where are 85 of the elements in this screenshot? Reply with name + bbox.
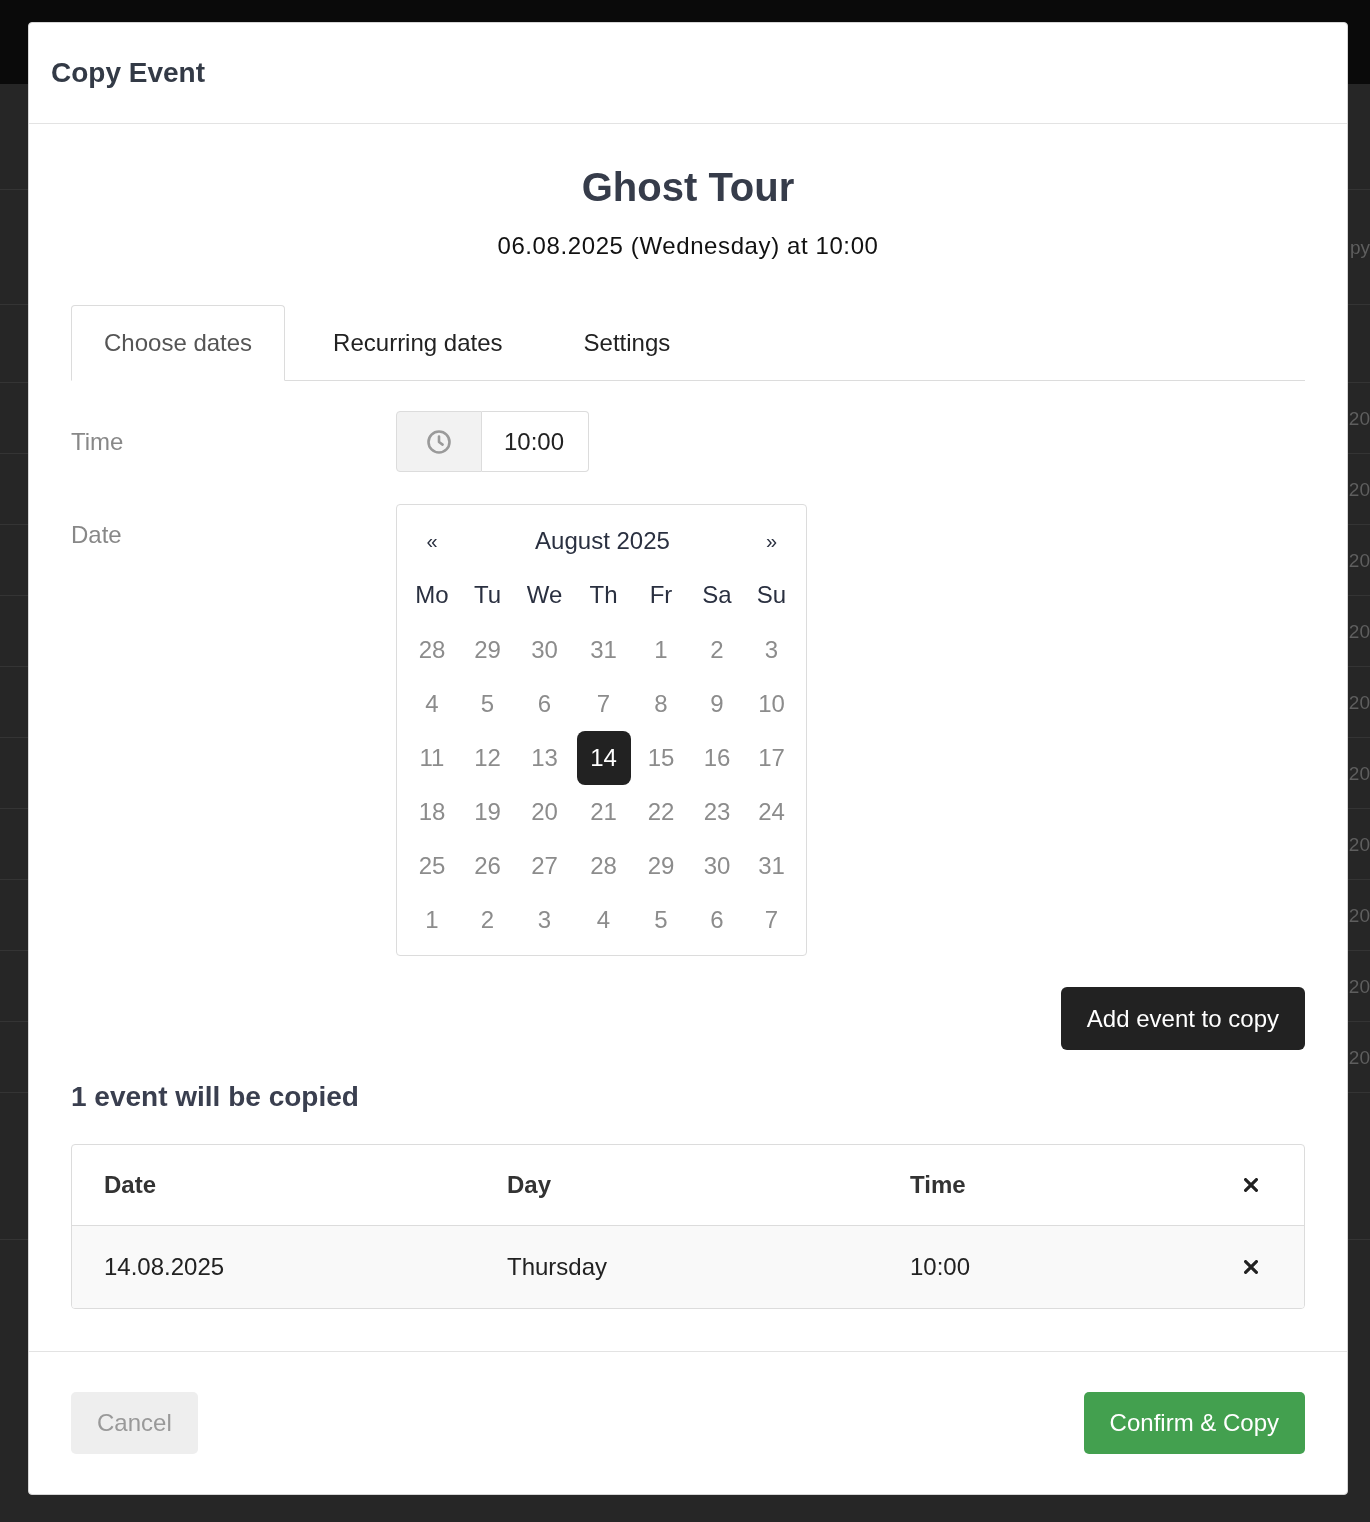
weekday-label: Su bbox=[756, 580, 787, 610]
weekday-label: Mo bbox=[415, 580, 449, 610]
day-cell[interactable]: 8 bbox=[634, 677, 688, 731]
day-cell[interactable]: 29 bbox=[634, 839, 688, 893]
column-text: 20 bbox=[1348, 479, 1370, 499]
day-cell[interactable]: 31 bbox=[745, 839, 798, 893]
weekday-label: Tu bbox=[473, 580, 502, 610]
day-cell[interactable]: 5 bbox=[460, 677, 515, 731]
day-cell[interactable]: 1 bbox=[405, 893, 459, 947]
next-month-button[interactable]: » bbox=[765, 529, 778, 553]
day-cell[interactable]: 30 bbox=[517, 623, 572, 677]
day-cell[interactable]: 13 bbox=[517, 731, 572, 785]
event-title: Ghost Tour bbox=[581, 164, 795, 211]
close-icon[interactable] bbox=[1244, 1260, 1258, 1274]
day-cell[interactable]: 7 bbox=[576, 677, 631, 731]
day-cell[interactable]: 19 bbox=[460, 785, 515, 839]
field-label: Date bbox=[71, 521, 122, 548]
table-cell: 10:00 bbox=[910, 1253, 971, 1280]
day-cell[interactable]: 26 bbox=[460, 839, 515, 893]
add-button[interactable]: Add event to copy bbox=[1060, 987, 1305, 1050]
cancel-button[interactable]: Cancel bbox=[71, 1392, 198, 1454]
column-text: py bbox=[1349, 237, 1370, 257]
column-text: 20 bbox=[1348, 834, 1370, 854]
column-text: 20 bbox=[1348, 408, 1370, 428]
weekday-label: Th bbox=[589, 580, 618, 610]
column-text: 20 bbox=[1348, 692, 1370, 712]
event-datetime: 06.08.2025 (Wednesday) at 10:00 bbox=[497, 231, 879, 261]
tab[interactable]: Settings bbox=[550, 305, 704, 381]
dialog-title: Copy Event bbox=[51, 56, 206, 90]
time-field[interactable]: 10:00 bbox=[482, 411, 589, 472]
day-cell[interactable]: 3 bbox=[517, 893, 572, 947]
month-label: August 2025 bbox=[535, 526, 670, 556]
day-cell[interactable]: 2 bbox=[460, 893, 515, 947]
day-cell[interactable]: 25 bbox=[405, 839, 459, 893]
day-cell[interactable]: 5 bbox=[634, 893, 688, 947]
day-cell[interactable]: 24 bbox=[745, 785, 798, 839]
day-cell[interactable]: 28 bbox=[405, 623, 459, 677]
day-cell[interactable]: 14 bbox=[576, 731, 631, 785]
day-cell[interactable]: 4 bbox=[405, 677, 459, 731]
day-cell[interactable]: 30 bbox=[690, 839, 744, 893]
day-cell[interactable]: 28 bbox=[576, 839, 631, 893]
clock-icon bbox=[427, 429, 451, 454]
column-header: Date bbox=[104, 1171, 157, 1198]
column-text: 20 bbox=[1348, 905, 1370, 925]
day-cell[interactable]: 6 bbox=[517, 677, 572, 731]
day-cell[interactable]: 22 bbox=[634, 785, 688, 839]
day-cell[interactable]: 12 bbox=[460, 731, 515, 785]
day-cell[interactable]: 17 bbox=[745, 731, 798, 785]
column-text: 20 bbox=[1348, 976, 1370, 996]
day-cell[interactable]: 16 bbox=[690, 731, 744, 785]
day-cell[interactable]: 3 bbox=[745, 623, 798, 677]
day-cell[interactable]: 23 bbox=[690, 785, 744, 839]
day-cell[interactable]: 10 bbox=[745, 677, 798, 731]
table-cell: 14.08.2025 bbox=[104, 1253, 225, 1280]
tab[interactable]: Recurring dates bbox=[300, 305, 536, 381]
column-header: Time bbox=[910, 1171, 966, 1198]
day-cell[interactable]: 21 bbox=[576, 785, 631, 839]
confirm-button[interactable]: Confirm & Copy bbox=[1083, 1392, 1305, 1454]
column-header: Day bbox=[507, 1171, 552, 1198]
weekday-label: Sa bbox=[702, 580, 732, 610]
column-text: 20 bbox=[1348, 1047, 1370, 1067]
column-text: 20 bbox=[1348, 621, 1370, 641]
column-text: 20 bbox=[1348, 763, 1370, 783]
field-label: Time bbox=[71, 427, 124, 455]
day-cell[interactable]: 18 bbox=[405, 785, 459, 839]
day-cell[interactable]: 29 bbox=[460, 623, 515, 677]
day-cell[interactable]: 11 bbox=[405, 731, 459, 785]
day-cell[interactable]: 7 bbox=[745, 893, 798, 947]
prev-month-button[interactable]: « bbox=[426, 529, 438, 553]
day-cell[interactable]: 1 bbox=[634, 623, 688, 677]
table-cell: Thursday bbox=[507, 1253, 608, 1280]
day-cell[interactable]: 9 bbox=[690, 677, 744, 731]
close-icon[interactable] bbox=[1244, 1178, 1258, 1192]
day-cell[interactable]: 31 bbox=[576, 623, 631, 677]
day-cell[interactable]: 15 bbox=[634, 731, 688, 785]
day-cell[interactable]: 6 bbox=[690, 893, 744, 947]
column-text: 20 bbox=[1348, 550, 1370, 570]
day-cell[interactable]: 20 bbox=[517, 785, 572, 839]
day-cell[interactable]: 27 bbox=[517, 839, 572, 893]
day-cell[interactable]: 2 bbox=[690, 623, 744, 677]
weekday-label: We bbox=[526, 580, 563, 610]
tab[interactable]: Choose dates bbox=[71, 305, 286, 381]
weekday-label: Fr bbox=[649, 580, 673, 610]
day-cell[interactable]: 4 bbox=[576, 893, 631, 947]
summary-heading: 1 event will be copied bbox=[71, 1080, 359, 1114]
